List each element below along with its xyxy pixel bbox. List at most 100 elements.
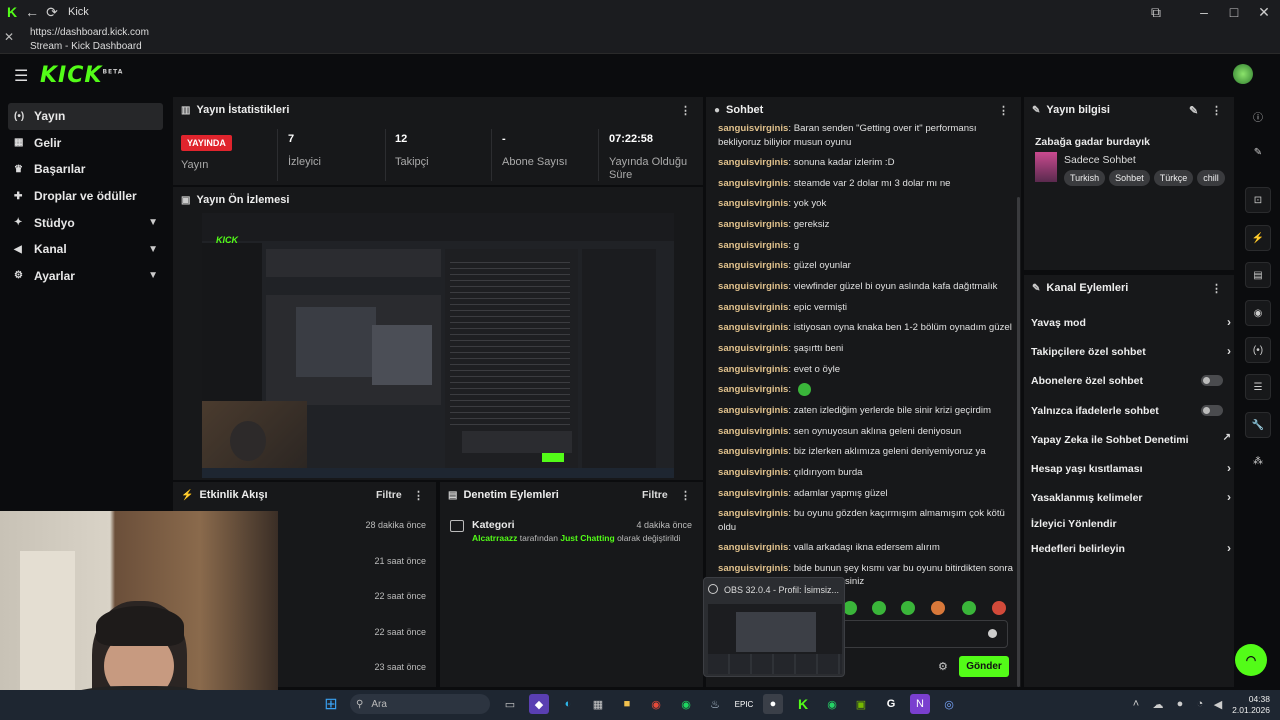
more-icon[interactable]: ⋮ <box>1211 282 1222 295</box>
chat-username[interactable]: sanguisvirginis <box>718 157 788 168</box>
page-url[interactable]: https://dashboard.kick.com <box>30 27 149 38</box>
chat-username[interactable]: sanguisvirginis <box>718 488 788 499</box>
tag[interactable]: Sohbet <box>1109 170 1150 186</box>
pencil-icon[interactable]: ✎ <box>1245 139 1271 165</box>
emote-icon[interactable] <box>843 601 857 615</box>
network-icon[interactable]: ◔ <box>1190 694 1210 714</box>
broadcast-icon[interactable]: (•) <box>1245 337 1271 363</box>
mic-icon[interactable]: ● <box>1170 694 1190 714</box>
avatar[interactable] <box>1233 64 1253 84</box>
folder-icon[interactable]: ■ <box>617 694 637 714</box>
obs-taskbar-preview[interactable]: OBS 32.0.4 - Profil: İsimsiz... <box>703 577 845 677</box>
toggle-switch[interactable] <box>1201 405 1223 416</box>
action-goals[interactable]: Hedefleri belirleyin › <box>1031 541 1231 555</box>
action-ai-moderation[interactable]: Yapay Zeka ile Sohbet Denetimi ↗ <box>1031 432 1231 446</box>
cloud-icon[interactable]: ☁ <box>1148 694 1168 714</box>
chat-bubble-icon[interactable]: ◉ <box>1245 300 1271 326</box>
action-account-age[interactable]: Hesap yaşı kısıtlaması › <box>1031 461 1231 475</box>
task-view-icon[interactable]: ▭ <box>500 694 520 714</box>
clock[interactable]: 04:38 2.01.2026 <box>1232 694 1270 716</box>
close-url-icon[interactable]: ✕ <box>4 30 14 44</box>
visual-studio-icon[interactable]: N <box>910 694 930 714</box>
back-icon[interactable]: ← <box>22 2 42 22</box>
chat-username[interactable]: sanguisvirginis <box>718 508 788 519</box>
bolt-icon[interactable]: ⚡ <box>1245 225 1271 251</box>
more-icon[interactable]: ⋮ <box>1211 104 1222 117</box>
kick-logo[interactable]: KICKBETA <box>40 63 123 88</box>
spotify-icon[interactable]: ◉ <box>676 694 696 714</box>
edge-icon[interactable]: ◐ <box>558 694 578 714</box>
sidebar-item-kanal[interactable]: ◀ Kanal ▼ <box>0 236 170 263</box>
sidebar-item-gelir[interactable]: ▦ Gelir <box>0 130 170 157</box>
toggle-switch[interactable] <box>1201 375 1223 386</box>
maximize-icon[interactable]: □ <box>1224 2 1244 22</box>
filter-button[interactable]: Filtre <box>376 489 402 501</box>
chat-username[interactable]: sanguisvirginis <box>718 322 788 333</box>
epic-icon[interactable]: EPIC <box>734 694 754 714</box>
chat-username[interactable]: sanguisvirginis <box>718 281 788 292</box>
send-button[interactable]: Gönder <box>959 656 1009 677</box>
whatsapp-icon[interactable]: ◉ <box>822 694 842 714</box>
support-button[interactable]: ◠ <box>1235 644 1267 676</box>
minimize-icon[interactable]: – <box>1194 2 1214 22</box>
emote-icon[interactable] <box>901 601 915 615</box>
emote-icon[interactable] <box>992 601 1006 615</box>
edit-icon[interactable]: ✎ <box>1189 104 1198 117</box>
chrome-icon[interactable]: ◉ <box>646 694 666 714</box>
emoji-icon[interactable] <box>988 629 997 638</box>
tag[interactable]: Türkçe <box>1153 170 1194 186</box>
app-icon[interactable]: ◆ <box>529 694 549 714</box>
store-icon[interactable]: ▦ <box>588 694 608 714</box>
sidebar-item-basarilar[interactable]: ♛ Başarılar <box>0 156 170 183</box>
tag[interactable]: chill <box>1197 170 1225 186</box>
obs-icon[interactable]: ● <box>763 694 783 714</box>
more-icon[interactable]: ⋮ <box>680 489 691 502</box>
app-g-icon[interactable]: G <box>881 694 901 714</box>
emote-icon[interactable] <box>962 601 976 615</box>
more-icon[interactable]: ⋮ <box>413 489 424 502</box>
kick-taskbar-icon[interactable]: K <box>793 694 813 714</box>
steam-icon[interactable]: ♨ <box>705 694 725 714</box>
app-circle-icon[interactable]: ◎ <box>939 694 959 714</box>
action-followers-only[interactable]: Takipçilere özel sohbet › <box>1031 344 1231 358</box>
chat-settings-icon[interactable]: ⚙ <box>938 660 948 673</box>
wrench-icon[interactable]: 🔧 <box>1245 412 1271 438</box>
sidebar-item-studyo[interactable]: ✦ Stüdyo ▼ <box>0 209 170 236</box>
chat-username[interactable]: sanguisvirginis <box>718 198 788 209</box>
chat-username[interactable]: sanguisvirginis <box>718 364 788 375</box>
chat-username[interactable]: sanguisvirginis <box>718 542 788 553</box>
info-icon[interactable]: ⓘ <box>1245 103 1271 129</box>
chat-username[interactable]: sanguisvirginis <box>718 467 788 478</box>
capture-icon[interactable]: ⊡ <box>1245 187 1271 213</box>
chat-username[interactable]: sanguisvirginis <box>718 446 788 457</box>
chat-username[interactable]: sanguisvirginis <box>718 178 788 189</box>
sidebar-item-droplar[interactable]: ✚ Droplar ve ödüller <box>0 183 170 210</box>
share-icon[interactable]: ⧉ <box>1146 2 1166 22</box>
more-icon[interactable]: ⋮ <box>998 104 1009 117</box>
chat-username[interactable]: sanguisvirginis <box>718 302 788 313</box>
chat-username[interactable]: sanguisvirginis <box>718 123 788 134</box>
volume-icon[interactable]: ◀ <box>1208 694 1228 714</box>
clipboard-icon[interactable]: ▤ <box>1245 262 1271 288</box>
chat-username[interactable]: sanguisvirginis <box>718 384 788 395</box>
emote-icon[interactable] <box>872 601 886 615</box>
layers-icon[interactable]: ☰ <box>1245 374 1271 400</box>
windows-start-icon[interactable]: ⊞ <box>321 694 341 714</box>
filter-button[interactable]: Filtre <box>642 489 668 501</box>
nvidia-icon[interactable]: ▣ <box>851 694 871 714</box>
sidebar-item-ayarlar[interactable]: ⚙ Ayarlar ▼ <box>0 263 170 290</box>
action-banned-words[interactable]: Yasaklanmış kelimeler › <box>1031 490 1231 504</box>
action-slow-mode[interactable]: Yavaş mod › <box>1031 315 1231 329</box>
action-raid[interactable]: İzleyici Yönlendir <box>1031 518 1231 530</box>
preview-video[interactable]: KICK <box>202 213 674 478</box>
chat-username[interactable]: sanguisvirginis <box>718 219 788 230</box>
menu-icon[interactable]: ☰ <box>14 66 28 86</box>
chat-username[interactable]: sanguisvirginis <box>718 405 788 416</box>
reload-icon[interactable]: ⟳ <box>42 2 62 22</box>
close-window-icon[interactable]: ✕ <box>1254 2 1274 22</box>
emote-icon[interactable] <box>931 601 945 615</box>
more-icon[interactable]: ⋮ <box>680 104 691 117</box>
tray-chevron-icon[interactable]: ˄ <box>1126 694 1146 714</box>
chat-username[interactable]: sanguisvirginis <box>718 426 788 437</box>
taskbar-search[interactable]: ⚲ Ara <box>350 694 490 714</box>
